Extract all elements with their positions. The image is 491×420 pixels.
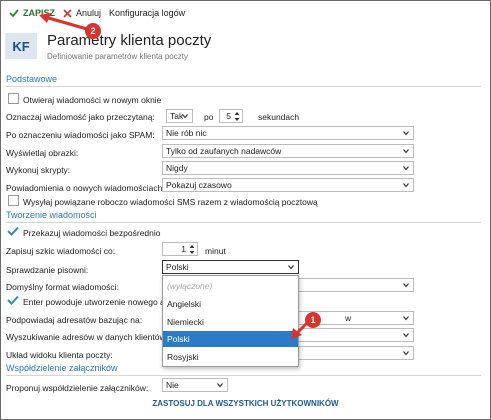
scripts-select[interactable]: Nigdy — [162, 161, 414, 175]
spellcheck-dropdown-list: (wyłączone) Angielski Niemiecki Polski R… — [162, 275, 299, 367]
notify-label: Powiadomienia o nowych wiadomościach: — [6, 183, 165, 193]
spam-label: Po oznaczeniu wiadomości jako SPAM: — [6, 130, 155, 140]
dropdown-option-english[interactable]: Angielski — [163, 296, 298, 312]
after-label: po — [204, 112, 214, 122]
default-format-label: Domyślny format wiadomości: — [6, 282, 119, 292]
chevron-down-icon — [403, 166, 409, 171]
apply-all-users-button[interactable]: ZASTOSUJ DLA WSZYSTKICH UŻYTKOWNIKÓW — [1, 399, 490, 408]
chevron-down-icon — [403, 333, 409, 338]
suggest-recipients-value: w — [345, 313, 352, 323]
seconds-value: 5 — [226, 111, 231, 121]
open-new-window-label: Otwieraj wiadomości w nowym oknie — [23, 95, 162, 105]
dropdown-option-german[interactable]: Niemiecki — [163, 314, 298, 330]
checkmark-icon — [9, 9, 19, 18]
log-config-button[interactable]: Konfiguracja logów — [109, 8, 185, 18]
annotation-arrow-2 — [39, 13, 88, 31]
chevron-down-icon — [403, 149, 409, 154]
spellcheck-select[interactable]: Polski — [162, 260, 299, 274]
section-compose: Tworzenie wiadomości — [6, 210, 481, 223]
scripts-label: Wykonuj skrypty: — [6, 165, 71, 175]
chevron-down-icon — [403, 183, 409, 188]
draft-interval-label: Zapisuj szkic wiadomości co: — [6, 246, 116, 256]
sms-checkbox[interactable] — [8, 195, 19, 206]
notify-value: Pokazuj czasowo — [166, 180, 232, 190]
dropdown-option-none[interactable]: (wyłączone) — [163, 278, 298, 294]
enter-new-line-label: Enter powoduje utworzenie nowego ak — [23, 297, 170, 307]
checkmark-icon[interactable] — [7, 295, 19, 305]
stepper-arrows-icon — [234, 112, 240, 121]
seconds-stepper[interactable]: 5 — [219, 109, 243, 123]
images-select[interactable]: Tylko od zaufanych nadawców — [162, 144, 414, 158]
checkmark-icon[interactable] — [7, 226, 19, 236]
images-label: Wyświetlaj obrazki: — [6, 148, 79, 158]
images-value: Tylko od zaufanych nadawców — [166, 146, 282, 156]
notify-select[interactable]: Pokazuj czasowo — [162, 178, 414, 192]
draft-interval-stepper[interactable]: 1 — [162, 242, 198, 256]
spam-action-select[interactable]: Nie rób nic — [162, 126, 414, 140]
mark-read-label: Oznaczaj wiadomość jako przeczytaną: — [6, 112, 155, 122]
forward-direct-label: Przekazuj wiadomości bezpośrednio — [23, 228, 161, 238]
chevron-down-icon — [288, 265, 294, 270]
section-basic: Podstawowe — [6, 74, 481, 87]
sms-label: Wysyłaj powiązane roboczo wiadomości SMS… — [23, 197, 318, 207]
page-subtitle: Definiowanie parametrów klienta poczty — [47, 52, 188, 61]
propose-sharing-select[interactable]: Nie — [162, 378, 228, 392]
draft-interval-unit: minut — [205, 246, 226, 256]
search-clients-label: Wyszukiwanie adresów w danych klientów: — [6, 332, 168, 342]
stepper-arrows-icon — [189, 245, 195, 254]
propose-sharing-label: Proponuj współdzielenie załączników: — [6, 383, 149, 393]
layout-view-label: Układ widoku klienta poczty: — [6, 350, 113, 360]
step-badge-1: 1 — [305, 312, 321, 328]
chevron-down-icon — [182, 114, 188, 119]
scripts-value: Nigdy — [166, 163, 188, 173]
suggest-recipients-label: Podpowiadaj adresatów bazując na: — [6, 315, 143, 325]
draft-interval-value: 1 — [181, 244, 186, 254]
open-new-window-checkbox[interactable] — [8, 93, 19, 104]
mark-read-select[interactable]: Tak — [166, 109, 193, 123]
chevron-down-icon — [217, 383, 223, 388]
spellcheck-label: Sprawdzanie pisowni: — [6, 265, 89, 275]
chevron-down-icon — [403, 131, 409, 136]
step-badge-2: 2 — [85, 23, 101, 39]
seconds-unit-label: sekundach — [258, 112, 300, 122]
log-config-label: Konfiguracja logów — [109, 8, 186, 18]
window-frame: ZAPISZ Anuluj Konfiguracja logów KF Para… — [0, 0, 491, 420]
spam-action-value: Nie rób nic — [166, 128, 207, 138]
propose-sharing-value: Nie — [166, 380, 179, 390]
chevron-down-icon — [403, 283, 409, 288]
dropdown-option-polish[interactable]: Polski — [163, 331, 298, 347]
dropdown-option-russian[interactable]: Rosyjski — [163, 349, 298, 365]
chevron-down-icon — [403, 316, 409, 321]
spellcheck-value: Polski — [166, 262, 189, 272]
chevron-down-icon — [403, 351, 409, 356]
